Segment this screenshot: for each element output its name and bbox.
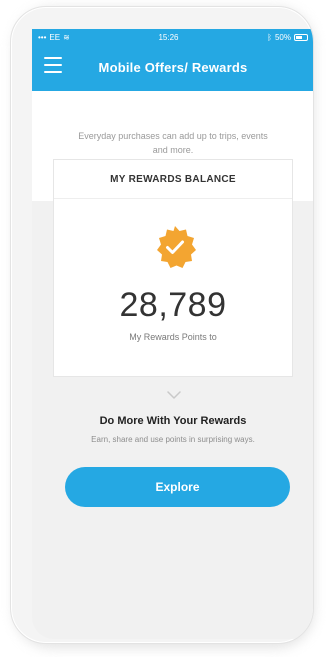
card-header: MY REWARDS BALANCE bbox=[54, 160, 292, 199]
carrier-label: EE bbox=[49, 32, 61, 42]
intro-text: Everyday purchases can add up to trips, … bbox=[78, 131, 268, 155]
points-label: My Rewards Points to bbox=[129, 332, 217, 342]
status-time: 15:26 bbox=[158, 32, 179, 42]
phone-frame: ••• EE ≋ 15:26 ᛒ 50% Mobile Offers/ Rewa… bbox=[10, 6, 314, 644]
app-screen: ••• EE ≋ 15:26 ᛒ 50% Mobile Offers/ Rewa… bbox=[32, 29, 313, 639]
app-title: Mobile Offers/ Rewards bbox=[98, 59, 248, 75]
points-value: 28,789 bbox=[119, 286, 227, 324]
status-bar: ••• EE ≋ 15:26 ᛒ 50% bbox=[32, 29, 313, 45]
rewards-balance-card: MY REWARDS BALANCE 28,789 My Rewards Poi… bbox=[53, 159, 293, 377]
more-subtitle: Earn, share and use points in surprising… bbox=[91, 435, 255, 444]
chevron-down-icon[interactable] bbox=[167, 391, 181, 399]
verified-check-badge-icon bbox=[157, 226, 196, 268]
more-title: Do More With Your Rewards bbox=[99, 415, 247, 427]
top-bar: ••• EE ≋ 15:26 ᛒ 50% Mobile Offers/ Rewa… bbox=[32, 29, 313, 91]
explore-button[interactable]: Explore bbox=[65, 467, 290, 507]
bluetooth-icon: ᛒ bbox=[267, 32, 272, 42]
hamburger-icon[interactable] bbox=[44, 57, 62, 73]
wifi-icon: ≋ bbox=[63, 32, 70, 42]
battery-percent: 50% bbox=[274, 32, 291, 42]
page: ••• EE ≋ 15:26 ᛒ 50% Mobile Offers/ Rewa… bbox=[0, 0, 326, 657]
app-bar: Mobile Offers/ Rewards bbox=[32, 51, 313, 83]
battery-icon bbox=[293, 33, 308, 41]
signal-icon: ••• bbox=[38, 32, 47, 42]
